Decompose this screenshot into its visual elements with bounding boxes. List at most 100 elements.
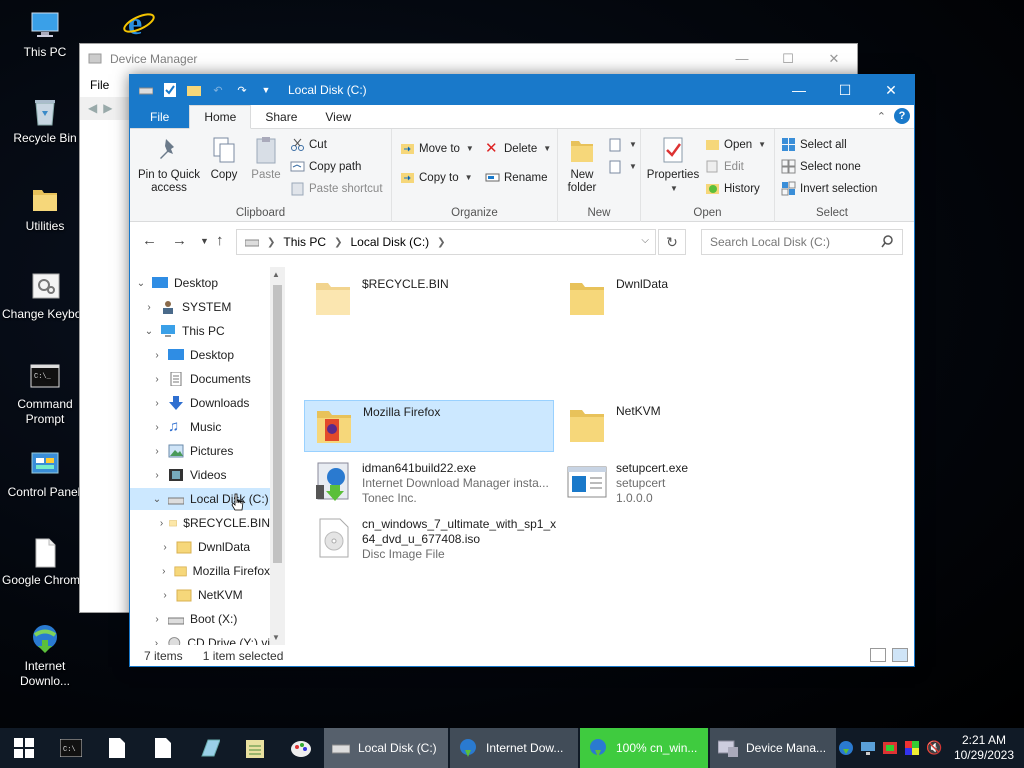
taskbar-pin-command-prompt[interactable]: C:\ [48, 728, 94, 768]
tree-item-boot-x[interactable]: › Boot (X:) [130, 608, 270, 630]
chevron-down-icon[interactable]: ⌄ [142, 326, 156, 337]
taskbar-pin-file-2[interactable] [140, 728, 186, 768]
breadcrumb-local-disk[interactable]: Local Disk (C:) [350, 235, 429, 249]
navigation-pane[interactable]: ⌄ Desktop › SYSTEM ⌄ This PC › Desktop ›… [130, 267, 285, 645]
pin-to-quick-access-button[interactable]: Pin to Quick access [136, 135, 202, 195]
explorer-titlebar[interactable]: ↶ ↷ ▼ Local Disk (C:) — ☐ ✕ [130, 75, 914, 105]
copy-path-button[interactable]: Copy path [290, 159, 361, 174]
help-icon[interactable]: ? [894, 108, 910, 124]
tree-item-recycle-bin-folder[interactable]: › $RECYCLE.BIN [130, 512, 270, 534]
chevron-down-icon[interactable]: ⌄ [134, 278, 148, 289]
scroll-down-icon[interactable]: ▼ [272, 633, 280, 642]
start-button[interactable] [0, 728, 48, 768]
tree-item-desktop-pc[interactable]: › Desktop [130, 344, 270, 366]
chevron-right-icon[interactable]: › [150, 422, 164, 433]
invert-selection-button[interactable]: Invert selection [781, 181, 877, 196]
desktop-icon-utilities[interactable]: Utilities [2, 182, 88, 234]
select-none-button[interactable]: Select none [781, 159, 861, 174]
chevron-down-icon[interactable]: ⌄ [150, 494, 164, 505]
network-icon[interactable] [860, 740, 876, 756]
delete-button[interactable]: ✕ Delete ▼ [485, 141, 551, 156]
chevron-right-icon[interactable]: › [150, 470, 164, 481]
undo-icon[interactable]: ↶ [210, 82, 226, 98]
chevron-right-icon[interactable]: › [150, 350, 164, 361]
taskbar-task-internet-download[interactable]: Internet Dow... [450, 728, 578, 768]
move-to-button[interactable]: Move to ▼ [400, 141, 474, 156]
tree-item-system[interactable]: › SYSTEM [130, 296, 270, 318]
properties-button[interactable]: Properties ▼ [645, 135, 701, 195]
tree-item-this-pc[interactable]: ⌄ This PC [130, 320, 270, 342]
new-item-button[interactable]: ▼ [608, 137, 637, 152]
speaker-muted-icon[interactable]: 🔇 [926, 740, 942, 756]
file-item-setupcert[interactable]: setupcert.exe setupcert 1.0.0.0 [558, 457, 808, 511]
navigation-scrollbar[interactable]: ▲ ▼ [270, 267, 285, 645]
desktop-icon-control-panel[interactable]: Control Panel [2, 448, 88, 500]
minimize-button[interactable]: — [776, 75, 822, 105]
desktop-icon-google-chrome[interactable]: Google Chrome [2, 536, 88, 588]
chevron-right-icon[interactable]: › [150, 446, 164, 457]
history-button[interactable]: History [705, 181, 760, 196]
maximize-button[interactable]: ☐ [765, 44, 811, 73]
desktop-icon-this-pc[interactable]: This PC [2, 8, 88, 60]
up-arrow-icon[interactable]: ↑ [216, 232, 224, 249]
taskbar-clock[interactable]: 2:21 AM 10/29/2023 [954, 733, 1014, 763]
new-folder-button[interactable]: New folder [562, 135, 602, 195]
close-button[interactable]: ✕ [811, 44, 857, 73]
menu-file[interactable]: File [90, 78, 109, 92]
taskbar-pin-paint[interactable] [278, 728, 324, 768]
file-item-recycle-bin[interactable]: $RECYCLE.BIN [304, 273, 554, 325]
file-list[interactable]: $RECYCLE.BIN DwnlData Mozilla Firefox Ne… [285, 267, 914, 645]
chevron-right-icon[interactable]: › [158, 566, 170, 577]
tree-item-music[interactable]: › ♫ Music [130, 416, 270, 438]
back-arrow-icon[interactable]: ← [142, 232, 157, 249]
large-icons-view-icon[interactable] [892, 648, 908, 662]
taskbar-task-download-progress[interactable]: 100% cn_win... [580, 728, 708, 768]
chevron-right-icon[interactable]: › [158, 590, 172, 601]
tree-item-netkvm[interactable]: › NetKVM [130, 584, 270, 606]
tab-file[interactable]: File [130, 105, 190, 128]
display-settings-icon[interactable] [882, 740, 898, 756]
tree-item-cd-drive-y[interactable]: › CD Drive (Y:) vi [130, 632, 270, 645]
idm-tray-icon[interactable] [838, 740, 854, 756]
tree-item-documents[interactable]: › Documents [130, 368, 270, 390]
scrollbar-thumb[interactable] [273, 285, 282, 563]
maximize-button[interactable]: ☐ [822, 75, 868, 105]
open-button[interactable]: Open ▼ [705, 137, 766, 152]
copy-button[interactable]: Copy [206, 135, 242, 182]
recent-locations-chevron-icon[interactable]: ▼ [200, 236, 209, 246]
chevron-right-icon[interactable]: › [158, 518, 165, 529]
minimize-button[interactable]: — [719, 44, 765, 73]
tree-item-dwnldata[interactable]: › DwnlData [130, 536, 270, 558]
tab-share[interactable]: Share [251, 105, 311, 128]
color-tray-icon[interactable] [904, 740, 920, 756]
rename-button[interactable]: Rename [485, 170, 547, 185]
back-arrow-icon[interactable]: ◀ [88, 101, 97, 115]
file-item-netkvm[interactable]: NetKVM [558, 400, 808, 452]
file-item-dwnldata[interactable]: DwnlData [558, 273, 808, 325]
taskbar-pin-notepad[interactable] [232, 728, 278, 768]
file-explorer-window[interactable]: ↶ ↷ ▼ Local Disk (C:) — ☐ ✕ File Home Sh… [129, 74, 915, 667]
redo-icon[interactable]: ↷ [234, 82, 250, 98]
tree-item-downloads[interactable]: › Downloads [130, 392, 270, 414]
paste-shortcut-button[interactable]: Paste shortcut [290, 181, 383, 196]
chevron-right-icon[interactable]: › [150, 374, 164, 385]
chevron-right-icon[interactable]: › [158, 542, 172, 553]
close-button[interactable]: ✕ [868, 75, 914, 105]
taskbar-pin-file[interactable] [94, 728, 140, 768]
paste-button[interactable]: Paste [246, 135, 286, 182]
taskbar-task-device-manager[interactable]: Device Mana... [710, 728, 836, 768]
file-item-idman-installer[interactable]: idman641build22.exe Internet Download Ma… [304, 457, 554, 511]
desktop-icon-change-keyboard-layout[interactable]: Change Keyboard Layo... [2, 270, 90, 322]
taskbar-task-local-disk[interactable]: Local Disk (C:) [324, 728, 448, 768]
copy-to-button[interactable]: Copy to ▼ [400, 170, 473, 185]
forward-arrow-icon[interactable]: → [172, 232, 187, 249]
tree-item-videos[interactable]: › Videos [130, 464, 270, 486]
file-item-mozilla-firefox[interactable]: Mozilla Firefox [304, 400, 554, 452]
tree-item-mozilla-firefox[interactable]: › Mozilla Firefox [130, 560, 270, 582]
properties-icon[interactable] [162, 82, 178, 98]
details-view-icon[interactable] [870, 648, 886, 662]
tree-item-pictures[interactable]: › Pictures [130, 440, 270, 462]
select-all-button[interactable]: Select all [781, 137, 847, 152]
file-item-windows-iso[interactable]: cn_windows_7_ultimate_with_sp1_x 64_dvd_… [304, 513, 556, 567]
scroll-up-icon[interactable]: ▲ [272, 270, 280, 279]
